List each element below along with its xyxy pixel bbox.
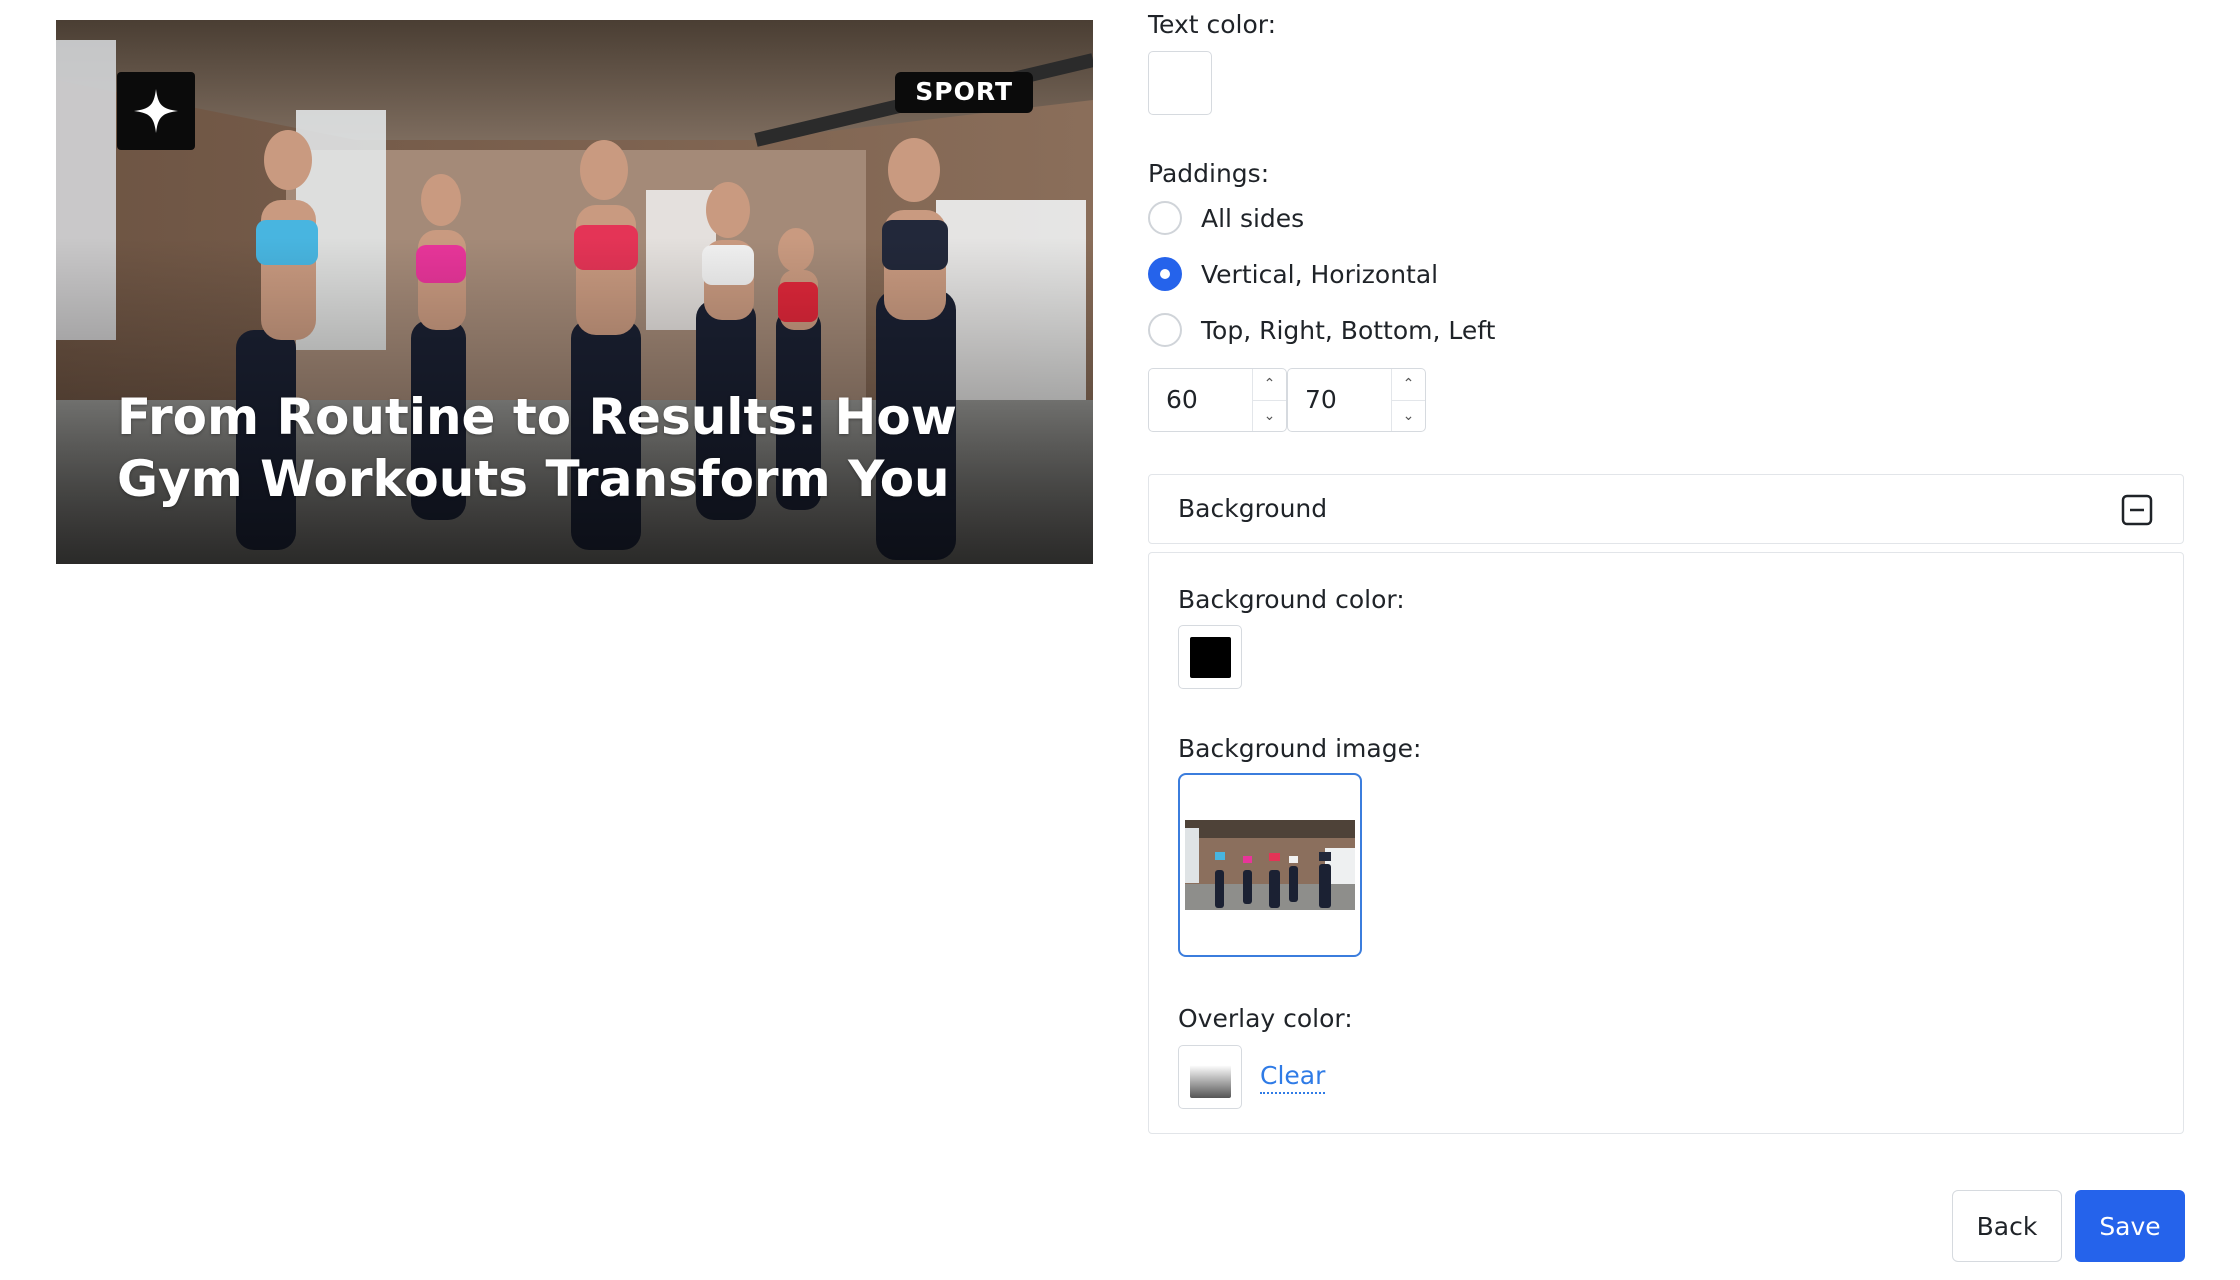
radio-button[interactable]: [1148, 201, 1182, 235]
bg-image-label: Background image:: [1178, 734, 1422, 763]
paddings-label: Paddings:: [1148, 159, 1270, 188]
preview-headline: From Routine to Results: How Gym Workout…: [117, 388, 957, 508]
text-color-fill: [1160, 63, 1201, 104]
radio-button[interactable]: [1148, 313, 1182, 347]
clear-overlay-link[interactable]: Clear: [1260, 1061, 1326, 1094]
overlay-gradient-fill: [1190, 1057, 1231, 1098]
padding-option-vertical-horizontal[interactable]: Vertical, Horizontal: [1148, 257, 1438, 291]
radio-label: Top, Right, Bottom, Left: [1201, 315, 1496, 345]
padding-vertical-stepper[interactable]: 60 ⌃ ⌄: [1148, 368, 1287, 432]
back-button[interactable]: Back: [1952, 1190, 2062, 1262]
sparkle-icon: [134, 89, 178, 133]
save-button[interactable]: Save: [2075, 1190, 2185, 1262]
logo: [117, 72, 195, 150]
padding-horizontal-value[interactable]: 70: [1288, 369, 1391, 431]
stepper-arrows: ⌃ ⌄: [1391, 369, 1425, 431]
chevron-up-icon[interactable]: ⌃: [1392, 369, 1425, 401]
background-section-title: Background: [1178, 494, 1328, 523]
radio-button-checked[interactable]: [1148, 257, 1182, 291]
padding-horizontal-stepper[interactable]: 70 ⌃ ⌄: [1287, 368, 1426, 432]
text-color-swatch[interactable]: [1148, 51, 1212, 115]
stepper-arrows: ⌃ ⌄: [1252, 369, 1286, 431]
text-color-label: Text color:: [1148, 10, 1277, 39]
overlay-color-label: Overlay color:: [1178, 1004, 1353, 1033]
chevron-up-icon[interactable]: ⌃: [1253, 369, 1286, 401]
collapse-minus-icon[interactable]: [2121, 494, 2153, 526]
background-section-header[interactable]: Background: [1148, 474, 2184, 544]
bg-color-swatch[interactable]: [1178, 625, 1242, 689]
overlay-color-swatch[interactable]: [1178, 1045, 1242, 1109]
radio-label: All sides: [1201, 203, 1305, 233]
category-tag: SPORT: [895, 72, 1033, 113]
bg-color-label: Background color:: [1178, 585, 1405, 614]
settings-panel: Text color: Paddings: All sides Vertical…: [1148, 0, 2185, 1280]
preview-card: SPORT From Routine to Results: How Gym W…: [56, 20, 1093, 564]
chevron-down-icon[interactable]: ⌄: [1253, 401, 1286, 432]
padding-option-trbl[interactable]: Top, Right, Bottom, Left: [1148, 313, 1495, 347]
bg-image-thumbnail: [1185, 820, 1355, 910]
chevron-down-icon[interactable]: ⌄: [1392, 401, 1425, 432]
background-section-body: Background color: Background image: Over…: [1148, 552, 2184, 1134]
padding-vertical-value[interactable]: 60: [1149, 369, 1252, 431]
bg-image-picker[interactable]: [1178, 773, 1362, 957]
padding-option-all-sides[interactable]: All sides: [1148, 201, 1304, 235]
bg-color-fill: [1190, 637, 1231, 678]
radio-label: Vertical, Horizontal: [1201, 259, 1439, 289]
